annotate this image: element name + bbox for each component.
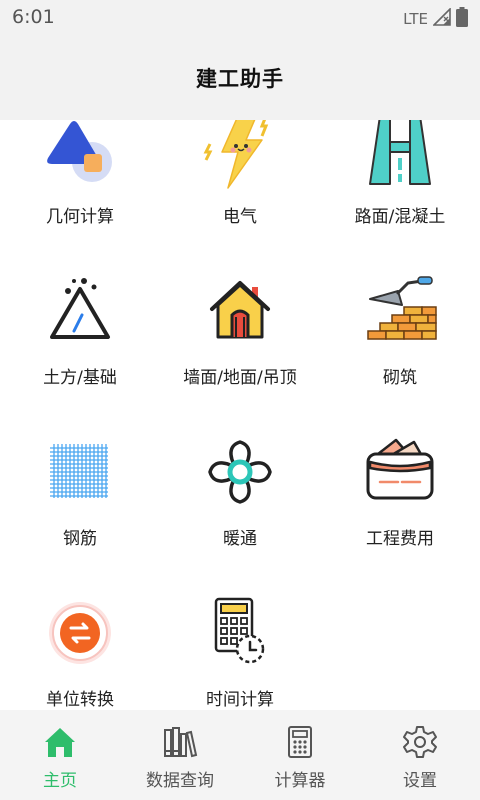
lightning-bolt-icon — [200, 120, 280, 190]
nav-label: 设置 — [403, 771, 437, 791]
grid-item-label: 几何计算 — [46, 207, 114, 227]
calculator-icon — [282, 724, 318, 760]
status-bar: 6:01 LTE — [0, 0, 480, 36]
unit-convert-icon — [40, 593, 120, 673]
home-icon — [42, 724, 78, 760]
grid-item-label: 墙面/地面/吊顶 — [183, 368, 297, 388]
bottom-nav: 主页 数据查询 计算器 设置 — [0, 710, 480, 800]
signal-icon — [432, 7, 451, 30]
calculator-clock-icon — [200, 593, 280, 673]
grid-item-wall-floor-ceiling[interactable]: 墙面/地面/吊顶 — [160, 243, 320, 404]
grid-item-electrical[interactable]: 电气 — [160, 120, 320, 243]
fan-icon — [200, 432, 280, 512]
grid-item-masonry[interactable]: 砌筑 — [320, 243, 480, 404]
grid-item-geometry[interactable]: 几何计算 — [0, 120, 160, 243]
wallet-icon — [360, 432, 440, 512]
app-bar: 建工助手 — [0, 36, 480, 120]
grid-item-project-cost[interactable]: 工程费用 — [320, 404, 480, 565]
house-icon — [200, 271, 280, 351]
page-title: 建工助手 — [196, 67, 284, 91]
grid-item-label: 工程费用 — [366, 529, 434, 549]
nav-item-calculator[interactable]: 计算器 — [240, 710, 360, 800]
nav-item-data-query[interactable]: 数据查询 — [120, 710, 240, 800]
grid-item-label: 土方/基础 — [43, 368, 117, 388]
nav-label: 计算器 — [274, 771, 326, 791]
grid-item-label: 时间计算 — [206, 690, 274, 710]
status-indicators: LTE — [403, 7, 468, 31]
grid-item-earthwork[interactable]: 土方/基础 — [0, 243, 160, 404]
grid-item-unit-convert[interactable]: 单位转换 — [0, 565, 160, 710]
rebar-mesh-icon — [40, 432, 120, 512]
grid-item-label: 单位转换 — [46, 690, 114, 710]
geometry-shapes-icon — [40, 120, 120, 190]
earthwork-triangle-icon — [40, 271, 120, 351]
nav-label: 主页 — [43, 771, 77, 791]
grid-item-label: 电气 — [223, 207, 257, 227]
books-icon — [162, 724, 198, 760]
grid-item-label: 路面/混凝土 — [354, 207, 446, 227]
grid-item-hvac[interactable]: 暖通 — [160, 404, 320, 565]
brick-wall-trowel-icon — [360, 271, 440, 351]
gear-icon — [402, 724, 438, 760]
status-time: 6:01 — [12, 6, 55, 28]
nav-item-settings[interactable]: 设置 — [360, 710, 480, 800]
battery-icon — [456, 7, 468, 31]
grid-item-rebar[interactable]: 钢筋 — [0, 404, 160, 565]
tool-grid[interactable]: 几何计算 电气 路面/混凝土 土方/基础 墙面/地面/吊顶 砌筑 钢筋 暖通 工… — [0, 120, 480, 710]
grid-item-time-calc[interactable]: 时间计算 — [160, 565, 320, 710]
nav-item-home[interactable]: 主页 — [0, 710, 120, 800]
grid-item-label: 砌筑 — [383, 368, 417, 388]
grid-item-label: 钢筋 — [63, 529, 97, 549]
grid-item-label: 暖通 — [223, 529, 257, 549]
nav-label: 数据查询 — [146, 771, 214, 791]
grid-item-road-concrete[interactable]: 路面/混凝土 — [320, 120, 480, 243]
network-type: LTE — [403, 10, 428, 28]
road-icon — [360, 120, 440, 190]
